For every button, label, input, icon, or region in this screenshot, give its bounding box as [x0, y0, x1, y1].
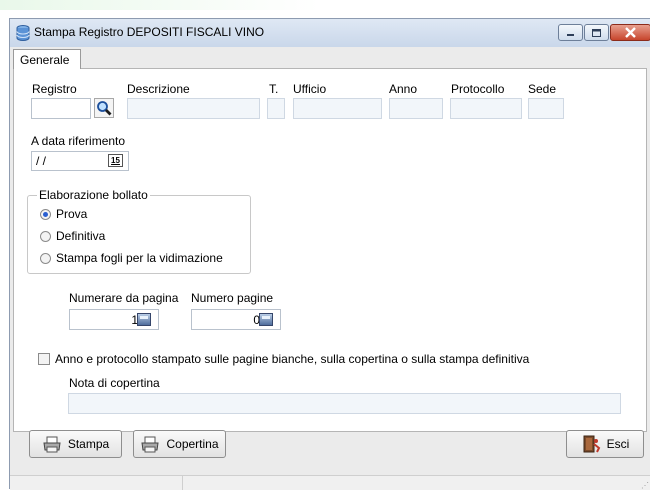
descrizione-field[interactable] [127, 98, 260, 119]
stampa-button-label: Stampa [67, 437, 110, 451]
ufficio-label: Ufficio [293, 82, 327, 96]
radio-definitiva[interactable] [40, 231, 51, 242]
database-icon [16, 25, 30, 41]
descrizione-label: Descrizione [127, 82, 190, 96]
minimize-icon [567, 34, 574, 36]
t-label: T. [269, 82, 279, 96]
anno-protocollo-checkbox-label[interactable]: Anno e protocollo stampato sulle pagine … [55, 352, 529, 366]
close-icon [625, 27, 636, 38]
maximize-icon [592, 29, 601, 37]
calendar-icon[interactable]: 15 [108, 154, 123, 167]
radio-prova[interactable] [40, 209, 51, 220]
calendar-icon-glyph: 15 [111, 156, 120, 165]
anno-protocollo-checkbox[interactable] [38, 353, 50, 365]
radio-definitiva-label[interactable]: Definitiva [56, 229, 105, 243]
t-field[interactable] [267, 98, 285, 119]
numero-pagine-label: Numero pagine [191, 291, 274, 305]
exit-icon [583, 435, 600, 453]
protocollo-label: Protocollo [451, 82, 505, 96]
close-button[interactable] [610, 24, 650, 41]
calculator-icon[interactable] [137, 313, 151, 326]
printer-icon [141, 436, 160, 452]
esci-button-label: Esci [606, 437, 630, 451]
copertina-button-label: Copertina [166, 437, 219, 451]
protocollo-field[interactable] [450, 98, 522, 119]
radio-stampa-fogli[interactable] [40, 253, 51, 264]
search-button[interactable] [94, 98, 114, 118]
calculator-icon[interactable] [259, 313, 273, 326]
elaborazione-group-title: Elaborazione bollato [37, 188, 150, 202]
desktop-background [0, 0, 320, 10]
anno-label: Anno [389, 82, 418, 96]
maximize-button[interactable] [584, 24, 609, 41]
copertina-button[interactable]: Copertina [133, 430, 226, 458]
sede-field[interactable] [528, 98, 564, 119]
numerare-da-pagina-label: Numerare da pagina [69, 291, 179, 305]
title-bar: Stampa Registro DEPOSITI FISCALI VINO [10, 19, 650, 47]
minimize-button[interactable] [558, 24, 583, 41]
nota-copertina-field[interactable] [68, 393, 621, 414]
sede-label: Sede [528, 82, 557, 96]
data-riferimento-field[interactable]: / / 15 [31, 151, 129, 171]
tab-generale[interactable]: Generale [13, 49, 81, 69]
esci-button[interactable]: Esci [566, 430, 644, 458]
date-value: / / [36, 154, 47, 168]
resize-grip-icon[interactable]: ⋰ [641, 481, 649, 490]
window-title: Stampa Registro DEPOSITI FISCALI VINO [34, 25, 265, 39]
data-riferimento-label: A data riferimento [31, 134, 126, 148]
registro-field[interactable] [31, 98, 91, 119]
radio-prova-label[interactable]: Prova [56, 207, 87, 221]
ufficio-field[interactable] [293, 98, 382, 119]
radio-stampa-fogli-label[interactable]: Stampa fogli per la vidimazione [56, 251, 223, 265]
stampa-button[interactable]: Stampa [29, 430, 122, 458]
search-icon [94, 98, 114, 118]
anno-field[interactable] [389, 98, 443, 119]
nota-copertina-label: Nota di copertina [69, 376, 160, 390]
registro-label: Registro [32, 82, 77, 96]
printer-icon [43, 436, 61, 452]
